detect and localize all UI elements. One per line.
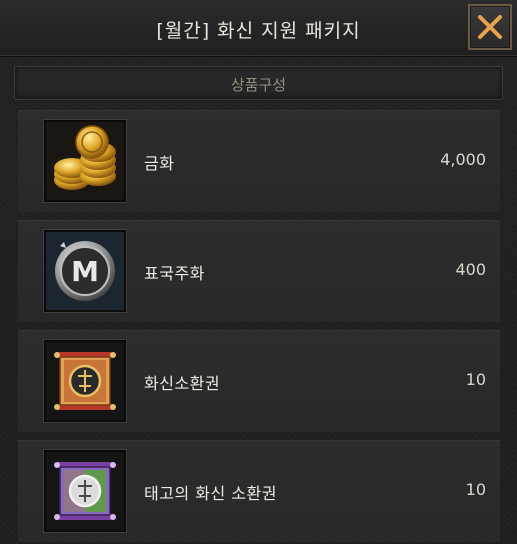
section-label: 상품구성: [230, 76, 287, 94]
item-quantity: 400: [455, 260, 486, 279]
list-item: 화신소환권 10: [18, 330, 500, 432]
item-icon-frame: [43, 339, 127, 423]
item-icon-frame: [43, 449, 127, 533]
summon-scroll-icon: [46, 342, 124, 420]
item-quantity: 10: [465, 480, 486, 499]
gold-coins-icon: [46, 122, 124, 200]
svg-text:M: M: [71, 255, 99, 288]
window-title: [월간] 화신 지원 패키지: [156, 20, 361, 42]
ancient-summon-scroll-icon: [46, 452, 124, 530]
item-quantity: 4,000: [440, 150, 486, 169]
list-item: 태고의 화신 소환권 10: [18, 440, 500, 542]
section-header: 상품구성: [14, 66, 503, 100]
list-item: 금화 4,000: [18, 110, 500, 212]
close-button[interactable]: [468, 4, 512, 50]
package-window: [월간] 화신 지원 패키지 상품구성 금화 4,000 M 표국주화 400 …: [0, 0, 517, 544]
item-name: 표국주화: [144, 264, 205, 283]
list-item: M 표국주화 400: [18, 220, 500, 322]
m-coin-icon: M: [46, 232, 124, 310]
close-icon: [478, 15, 502, 39]
title-bar: [월간] 화신 지원 패키지: [0, 0, 517, 57]
item-quantity: 10: [465, 370, 486, 389]
item-name: 태고의 화신 소환권: [144, 484, 277, 503]
item-icon-frame: [43, 119, 127, 203]
item-icon-frame: M: [43, 229, 127, 313]
item-name: 화신소환권: [144, 374, 221, 393]
item-name: 금화: [144, 154, 175, 173]
